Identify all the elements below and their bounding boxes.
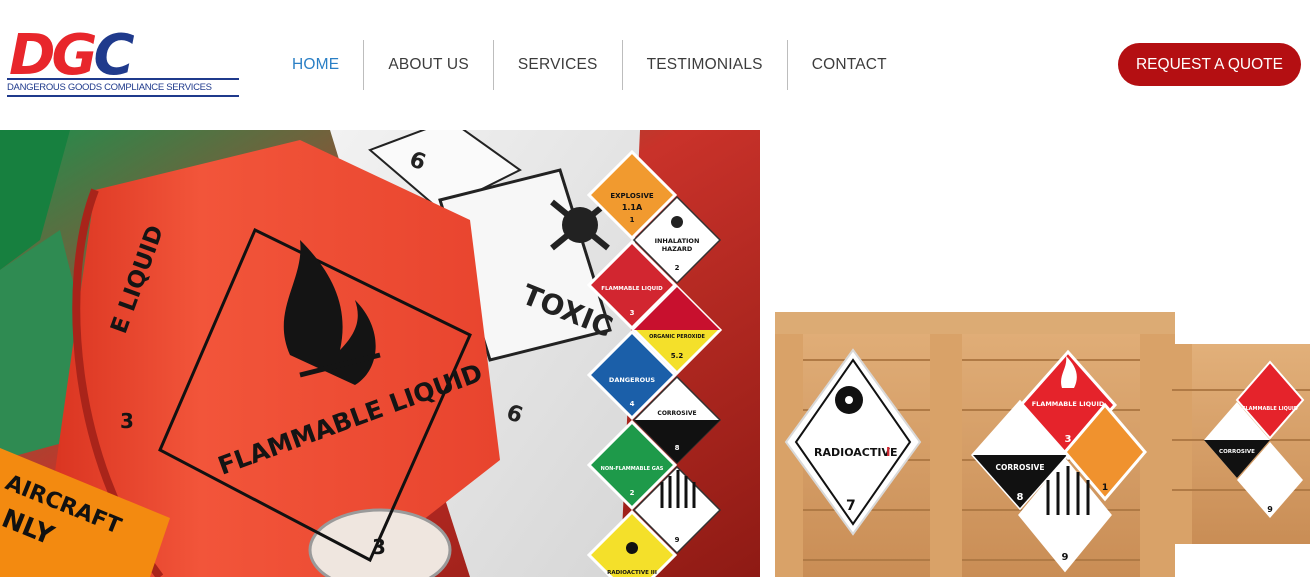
nav-home[interactable]: HOME [268,40,365,90]
crate-explosive-class-text: 1 [1102,483,1108,493]
trefoil-center [845,396,853,404]
class-3-label: 3 [120,409,134,433]
crate-corrosive-text: CORROSIVE [996,463,1045,472]
nav-services[interactable]: SERVICES [494,40,623,90]
explosive-division-text: 1.1A [622,203,643,212]
inhalation-class-text: 2 [675,264,680,272]
corrosive-small-text: CORROSIVE [657,410,696,417]
logo-tagline: DANGEROUS GOODS COMPLIANCE SERVICES [7,82,212,93]
nav-contact[interactable]: CONTACT [788,40,911,90]
crate-flammable-text: FLAMMABLE LIQUID [1032,400,1105,408]
class-3-label-core: 3 [372,535,386,559]
logo-rule-top [7,78,239,80]
non-flammable-class-text: 2 [630,489,635,497]
corrosive-small-class-text: 8 [675,444,680,452]
flammable-liquid-small-text: FLAMMABLE LIQUID [601,286,663,292]
skull-small-icon [671,216,683,228]
crate-post-middle [930,312,962,577]
small-crate-misc-class-text: 9 [1267,505,1273,514]
radioactive-text: RADIOACTIVE [814,446,897,459]
organic-peroxide-text: ORGANIC PEROXIDE [649,334,705,340]
hero-image: 6 TOXIC 6 FLAMMABLE LIQUID E LIQUID 3 3 … [0,130,1310,577]
small-crate-corrosive-text: CORROSIVE [1219,449,1255,455]
main-nav: HOME ABOUT US SERVICES TESTIMONIALS CONT… [268,40,911,90]
logo-wordmark: DGC [9,23,135,88]
dangerous-text: DANGEROUS [609,376,655,384]
flammable-small-class-text: 3 [630,309,635,317]
radioactive-small-text: RADIOACTIVE III [607,570,657,576]
nav-testimonials[interactable]: TESTIMONIALS [623,40,788,90]
trefoil-small-icon [626,542,638,554]
site-header: DGC DANGEROUS GOODS COMPLIANCE SERVICES … [0,0,1310,130]
explosive-class-text: 1 [630,216,635,224]
radioactive-class-text: 7 [846,498,856,514]
organic-peroxide-class-text: 5.2 [671,352,684,360]
nav-about-us[interactable]: ABOUT US [364,40,494,90]
inhalation-text: INHALATION [655,237,700,245]
crate-post-right [1140,312,1175,577]
logo-rule-bottom [7,95,239,97]
non-flammable-gas-text: NON-FLAMMABLE GAS [601,466,664,472]
crate-top-rail [775,312,1175,334]
explosive-text: EXPLOSIVE [610,192,654,200]
hazard-text: HAZARD [662,245,693,253]
request-quote-button[interactable]: REQUEST A QUOTE [1118,43,1301,86]
crate-corrosive-class-text: 8 [1017,492,1024,503]
small-crate-flammable-text: FLAMMABLE LIQUID [1242,406,1298,412]
radioactive-category-text: I [886,445,890,459]
small-crate-post [1172,344,1192,544]
crate-misc-class-text: 9 [1062,552,1069,563]
dangerous-class-text: 4 [630,400,635,408]
dgc-logo[interactable]: DGC DANGEROUS GOODS COMPLIANCE SERVICES [7,28,239,98]
misc-class-text: 9 [675,536,680,544]
hero-banner: 6 TOXIC 6 FLAMMABLE LIQUID E LIQUID 3 3 … [0,130,1310,577]
